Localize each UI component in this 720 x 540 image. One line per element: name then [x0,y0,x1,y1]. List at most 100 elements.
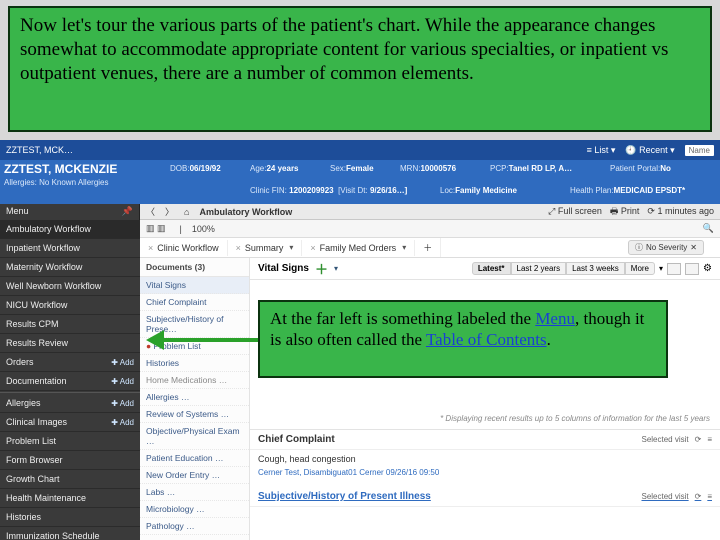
range-more[interactable]: More [625,262,655,275]
doc-section-home-medications-[interactable]: Home Medications … [140,372,249,389]
add-button[interactable]: Add [111,377,134,386]
workflow-toolbar: 〈 〉 ⌂ Ambulatory Workflow ⤢ Full screen … [140,204,720,220]
menu-item-problem-list[interactable]: Problem List [0,432,140,451]
vitals-titlebar: Vital Signs ＋ ▾ Latest*Last 2 yearsLast … [250,258,720,280]
menu-item-results-cpm[interactable]: Results CPM [0,315,140,334]
chief-complaint-header: Chief Complaint Selected visit ⟳ ≡ [250,430,720,450]
doc-section-pathology-[interactable]: Pathology … [140,518,249,535]
name-search[interactable]: Name [685,145,714,156]
range-latest-[interactable]: Latest* [472,262,511,275]
doc-section-chief-complaint[interactable]: Chief Complaint [140,294,249,311]
doc-section-objective-physical-exam-[interactable]: Objective/Physical Exam … [140,423,249,450]
zoom-display[interactable]: 100% [192,224,215,234]
documents-header[interactable]: Documents (3) [140,258,249,277]
vitals-add-icon[interactable]: ＋ [315,259,328,278]
doc-section-patient-education-[interactable]: Patient Education … [140,450,249,467]
range-last-3-weeks[interactable]: Last 3 weeks [566,262,625,275]
view-dropdown-icon[interactable]: ▾ [659,264,663,273]
severity-pill[interactable]: ⓘ No Severity ✕ [628,240,704,255]
menu-item-well-newborn-workflow[interactable]: Well Newborn Workflow [0,277,140,296]
pointer-arrow [146,330,258,350]
doc-section-review-of-systems-[interactable]: Review of Systems … [140,406,249,423]
tab-clinic-workflow[interactable]: ×Clinic Workflow [140,240,228,256]
menu-item-orders[interactable]: OrdersAdd [0,353,140,372]
menu-item-inpatient-workflow[interactable]: Inpatient Workflow [0,239,140,258]
nav-search-icon[interactable]: 🔍 [703,223,714,234]
nav-tabs-icon[interactable]: ▥ ▥ [146,223,166,234]
doc-section-diagnostics-[interactable]: Diagnostics … [140,535,249,540]
titlebar-tab[interactable]: ZZTEST, MCK… [6,145,73,155]
patient-allergies: Allergies: No Known Allergies [4,178,109,187]
menu-item-health-maintenance[interactable]: Health Maintenance [0,489,140,508]
toc-link: Table of Contents [426,330,547,349]
pin-icon[interactable]: 📌 [122,206,133,217]
menu-item-allergies[interactable]: AllergiesAdd [0,394,140,413]
menu-item-results-review[interactable]: Results Review [0,334,140,353]
menu-item-histories[interactable]: Histories [0,508,140,527]
menu-item-clinical-images[interactable]: Clinical ImagesAdd [0,413,140,432]
section-menu-icon[interactable]: ≡ [707,435,712,444]
doc-section-allergies-[interactable]: Allergies … [140,389,249,406]
refresh-ago[interactable]: ⟳ 1 minutes ago [647,206,714,217]
vitals-dropdown-icon[interactable]: ▾ [334,264,338,273]
print-button[interactable]: 🖶 Print [610,204,640,220]
callout-top: Now let's tour the various parts of the … [8,6,712,132]
tab-family-med-orders[interactable]: ×Family Med Orders [302,240,415,256]
reload-icon[interactable]: ⟳ [695,492,702,501]
callout-mid: At the far left is something labeled the… [258,300,668,378]
recent-dropdown[interactable]: 🕘 Recent ▾ [625,145,674,156]
gear-icon[interactable]: ⚙ [703,263,712,274]
severity-close-icon[interactable]: ✕ [690,243,697,252]
doc-section-labs-[interactable]: Labs … [140,484,249,501]
menu-item-ambulatory-workflow[interactable]: Ambulatory Workflow [0,220,140,239]
menu-item-growth-chart[interactable]: Growth Chart [0,470,140,489]
vitals-title: Vital Signs [258,263,309,274]
close-icon[interactable]: × [148,243,153,253]
range-last-2-years[interactable]: Last 2 years [511,262,567,275]
doc-section-microbiology-[interactable]: Microbiology … [140,501,249,518]
reload-icon[interactable]: ⟳ [695,435,702,444]
menu-item-form-browser[interactable]: Form Browser [0,451,140,470]
left-menu: Ambulatory WorkflowInpatient WorkflowMat… [0,220,140,540]
section-menu-icon[interactable]: ≡ [707,492,712,501]
chief-complaint-body: Cough, head congestion Cerner Test, Disa… [250,450,720,487]
fullscreen-button[interactable]: ⤢ Full screen [548,206,602,217]
content-tabs: ×Clinic Workflow×Summary×Family Med Orde… [140,238,720,258]
menu-link: Menu [535,309,575,328]
menu-header: Menu 📌 [0,204,140,220]
back-icon[interactable]: 〈 [146,205,155,218]
menu-item-maternity-workflow[interactable]: Maternity Workflow [0,258,140,277]
menu-item-nicu-workflow[interactable]: NICU Workflow [0,296,140,315]
doc-section-vital-signs[interactable]: Vital Signs [140,277,249,294]
doc-section-histories[interactable]: Histories [140,355,249,372]
close-icon[interactable]: × [236,243,241,253]
menu-item-immunization-schedule[interactable]: Immunization Schedule [0,527,140,540]
tab-summary[interactable]: ×Summary [228,240,303,256]
home-icon[interactable]: ⌂ [184,207,189,217]
nav-row: ▥ ▥ | 100% 🔍 [140,220,720,238]
add-button[interactable]: Add [111,399,134,408]
close-icon[interactable]: × [310,243,315,253]
tab-add-icon[interactable]: ＋ [415,238,441,257]
add-button[interactable]: Add [111,418,134,427]
patient-name: ZZTEST, MCKENZIE [4,162,117,176]
workflow-title: Ambulatory Workflow [199,207,292,217]
chief-complaint-text: Cough, head congestion [258,454,712,464]
forward-icon[interactable]: 〉 [165,205,174,218]
add-button[interactable]: Add [111,358,134,367]
documents-column: Documents (3) Vital SignsChief Complaint… [140,258,250,540]
titlebar: ZZTEST, MCK… ≡ List ▾ 🕘 Recent ▾ Name [0,140,720,160]
menu-item-documentation[interactable]: DocumentationAdd [0,372,140,391]
vitals-footnote: * Displaying recent results up to 5 colu… [440,414,710,423]
info-icon: ⓘ [635,242,643,253]
callout-top-text: Now let's tour the various parts of the … [20,15,668,84]
menu-title: Menu [6,206,29,216]
chief-complaint-byline: Cerner Test, Disambiguat01 Cerner 09/26/… [258,468,712,477]
list-view-icon[interactable] [685,263,699,275]
doc-section-new-order-entry-[interactable]: New Order Entry … [140,467,249,484]
grid-view-icon[interactable] [667,263,681,275]
subjective-header: Subjective/History of Present Illness Se… [250,487,720,507]
range-buttons[interactable]: Latest*Last 2 yearsLast 3 weeksMore [472,262,655,275]
list-dropdown[interactable]: ≡ List ▾ [587,145,616,156]
patient-banner: ZZTEST, MCKENZIE Allergies: No Known All… [0,160,720,204]
